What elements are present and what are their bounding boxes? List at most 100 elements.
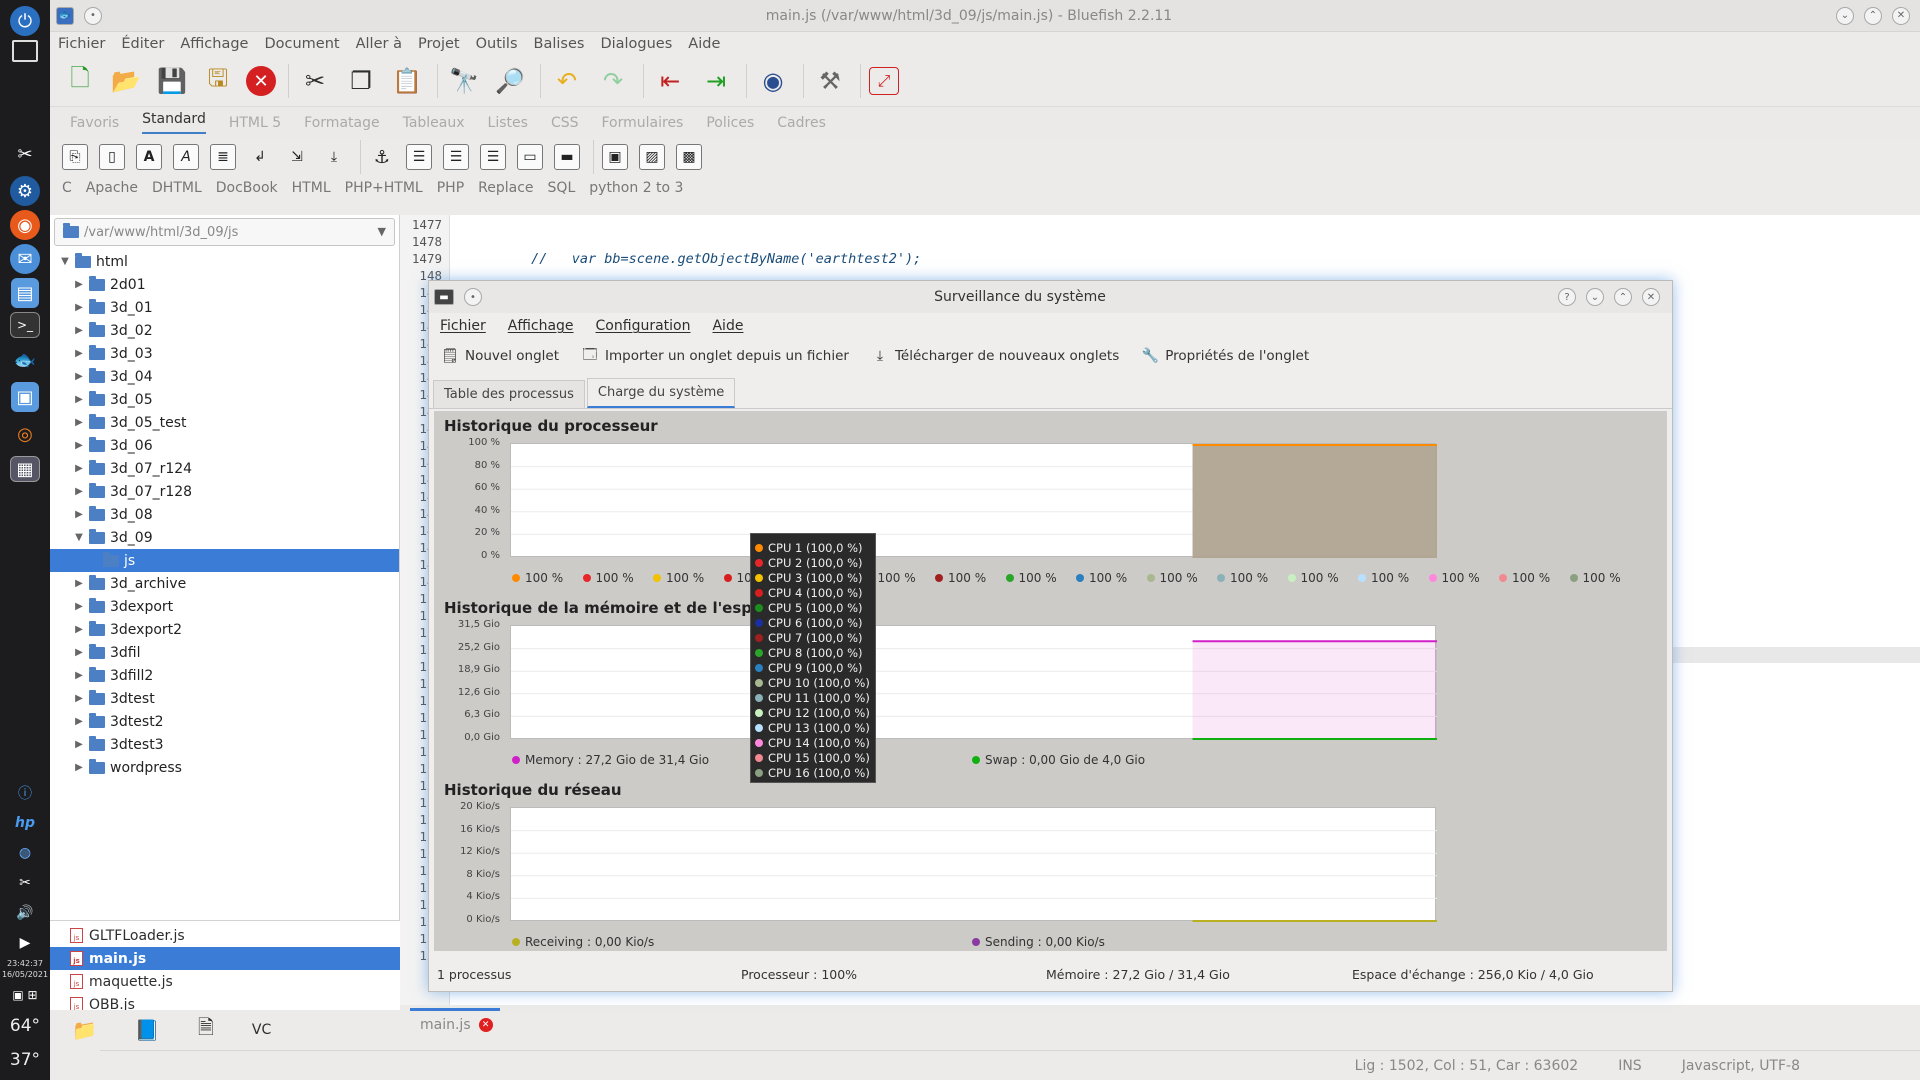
menu-item[interactable]: Projet [418,36,460,52]
preview-browser-icon[interactable]: ◉ [755,63,791,99]
comment-icon[interactable]: ▭ [517,144,543,170]
bluefish-icon[interactable]: 🐟 [7,342,43,378]
html-tab[interactable]: Formatage [304,115,379,131]
save-icon[interactable]: 💾 [154,63,190,99]
expander-icon[interactable]: ▶ [72,578,86,589]
tree-row[interactable]: ▶ 3d_06 [50,434,399,457]
tree-row[interactable]: js [50,549,399,572]
open-file-row[interactable]: js main.js [50,947,400,970]
monitor-tool-button[interactable]: 🔧 Propriétés de l'onglet [1141,347,1310,365]
expander-icon[interactable]: ▶ [72,509,86,520]
open-file-row[interactable]: js maquette.js [50,970,400,993]
expander-icon[interactable]: ▶ [72,716,86,727]
menu-item[interactable]: Outils [476,36,518,52]
charmap-tab-icon[interactable]: VC [252,1022,271,1038]
tree-row[interactable]: ▶ 3d_02 [50,319,399,342]
paste-icon[interactable]: 📋 [389,63,425,99]
monitor-menu-dot-icon[interactable]: • [464,288,482,306]
language-item[interactable]: PHP+HTML [345,180,423,196]
monitor-app-icon[interactable]: ▬ [434,289,454,305]
monitor-minimize-button[interactable]: ⌄ [1586,288,1604,306]
bookmarks-tab-icon[interactable]: 📘 [135,1018,160,1042]
expander-icon[interactable]: ▶ [72,279,86,290]
expander-icon[interactable]: ▶ [72,302,86,313]
menu-item[interactable]: Fichier [58,36,105,52]
email-icon[interactable]: ▬ [554,144,580,170]
tree-row[interactable]: ▶ wordpress [50,756,399,779]
tree-row[interactable]: ▶ 3d_05_test [50,411,399,434]
expander-icon[interactable]: ▶ [72,348,86,359]
find-replace-icon[interactable]: 🔎 [492,63,528,99]
expander-icon[interactable]: ▶ [72,463,86,474]
language-item[interactable]: Apache [86,180,138,196]
open-file-row[interactable]: js GLTFLoader.js [50,924,400,947]
help-button[interactable]: ? [1558,288,1576,306]
language-item[interactable]: DHTML [152,180,202,196]
close-button[interactable]: ✕ [1892,6,1910,25]
expander-icon[interactable]: ▼ [58,256,72,267]
quickstart-icon[interactable]: ⎘ [62,144,88,170]
settings-icon[interactable]: ⚙ [10,176,40,206]
undo-icon[interactable]: ↶ [549,63,585,99]
redo-icon[interactable]: ↷ [595,63,631,99]
monitor-menu-item[interactable]: Fichier [440,318,486,334]
monitor-close-button[interactable]: ✕ [1642,288,1660,306]
expander-icon[interactable]: ▶ [72,440,86,451]
window-icon[interactable] [12,40,38,62]
fullscreen-icon[interactable]: ⤢ [869,67,899,95]
copy-icon[interactable]: ❐ [343,63,379,99]
anchor-icon[interactable]: ⚓ [369,144,395,170]
tree-row[interactable]: ▶ 3dtest2 [50,710,399,733]
app-icon[interactable]: 🐟 [56,6,74,25]
tree-row[interactable]: ▶ 3dexport [50,595,399,618]
language-item[interactable]: C [62,180,72,196]
expander-icon[interactable]: ▶ [72,601,86,612]
multi-thumbnail-icon[interactable]: ▩ [676,144,702,170]
tree-row[interactable]: ▶ 3d_05 [50,388,399,411]
html-tab[interactable]: CSS [551,115,579,131]
center-icon[interactable]: ☰ [443,144,469,170]
break-icon[interactable]: ↲ [247,144,273,170]
html-tab[interactable]: Favoris [70,115,119,131]
nbsp-icon[interactable]: ⤓ [321,144,347,170]
memory-plot[interactable] [510,625,1437,740]
snippets-tab-icon[interactable]: 🗎 [198,1013,214,1047]
tree-row[interactable]: ▼ 3d_09 [50,526,399,549]
html-tab[interactable]: Formulaires [602,115,684,131]
language-item[interactable]: PHP [437,180,464,196]
monitor-menu-item[interactable]: Configuration [596,318,691,334]
html-tab[interactable]: Polices [706,115,754,131]
expander-icon[interactable]: ▶ [72,739,86,750]
tree-row[interactable]: ▶ 3d_07_r128 [50,480,399,503]
info-icon[interactable]: ⓘ [12,780,38,806]
open-folder-icon[interactable]: 📂 [108,63,144,99]
file-encoding[interactable]: Javascript, UTF-8 [1682,1058,1800,1074]
monitor-tool-button[interactable]: 🗔 Importer un onglet depuis un fichier [581,347,849,365]
html-tab[interactable]: Listes [488,115,528,131]
image-icon[interactable]: ▣ [602,144,628,170]
language-item[interactable]: Replace [478,180,533,196]
language-item[interactable]: HTML [292,180,331,196]
body-icon[interactable]: ▯ [99,144,125,170]
tree-row[interactable]: ▶ 3d_08 [50,503,399,526]
menu-item[interactable]: Balises [534,36,585,52]
monitor-menu-item[interactable]: Affichage [508,318,574,334]
tree-row[interactable]: ▶ 3dfil [50,641,399,664]
thumbnail-icon[interactable]: ▨ [639,144,665,170]
html-tab[interactable]: Standard [142,111,206,134]
monitor-tab[interactable]: Table des processus [433,380,585,408]
tree-row[interactable]: ▶ 3d_03 [50,342,399,365]
expander-icon[interactable]: ▶ [72,762,86,773]
power-icon[interactable]: ⏻ [10,6,40,36]
mail-icon[interactable]: ✉ [10,244,40,274]
expander-icon[interactable]: ▼ [72,532,86,543]
menu-dot-icon[interactable]: • [84,6,102,25]
maximize-button[interactable]: ⌃ [1864,6,1882,25]
path-selector[interactable]: /var/www/html/3d_09/js ▼ [54,218,395,246]
monitor-maximize-button[interactable]: ⌃ [1614,288,1632,306]
monitor-tool-button[interactable]: 🗒 Nouvel onglet [441,347,559,365]
close-file-icon[interactable]: ✕ [246,66,276,96]
tree-row[interactable]: ▶ 3dfill2 [50,664,399,687]
indent-icon[interactable]: ⇥ [698,63,734,99]
filebrowser-tab-icon[interactable]: 📁 [72,1018,97,1042]
